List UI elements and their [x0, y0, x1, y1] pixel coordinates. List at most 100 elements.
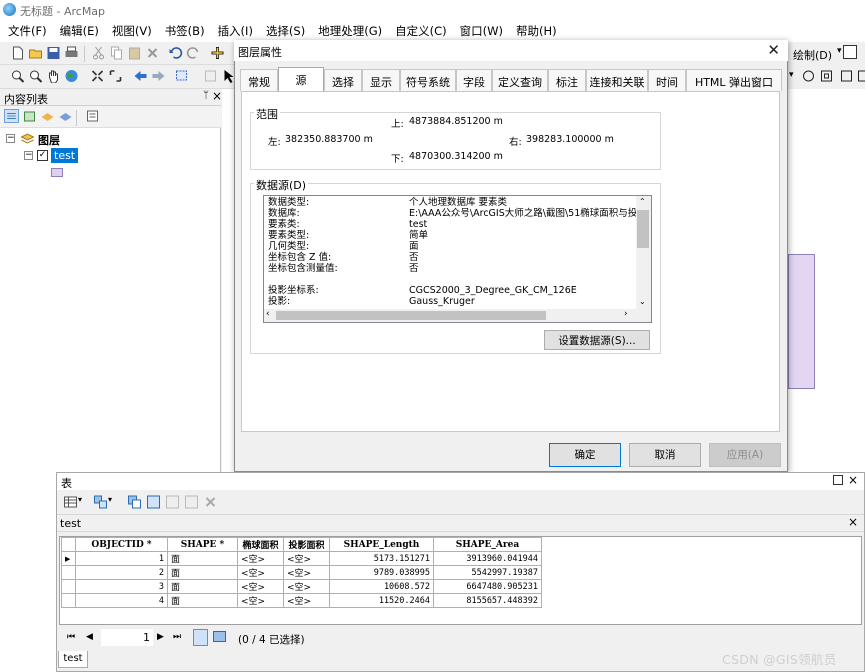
cancel-button[interactable]: 取消: [629, 443, 701, 467]
scroll-up-icon[interactable]: ⌃: [639, 197, 646, 206]
draw-menu[interactable]: 绘制(D): [793, 47, 832, 63]
layer-visibility-checkbox[interactable]: ✓: [37, 150, 48, 161]
last-record-icon[interactable]: ⏭: [173, 632, 181, 642]
table-cell[interactable]: 面: [167, 551, 238, 566]
table-row[interactable]: ▶ 1 面 <空> <空> 5173.151271 3913960.041944: [61, 551, 542, 566]
previous-record-icon[interactable]: ◀: [86, 632, 93, 642]
scroll-right-icon[interactable]: ›: [624, 309, 628, 319]
select-by-attributes-icon[interactable]: [127, 495, 142, 509]
close-icon[interactable]: ×: [848, 515, 858, 529]
close-icon[interactable]: ×: [212, 89, 222, 103]
menu-windows[interactable]: 窗口(W): [460, 23, 503, 39]
tab-general[interactable]: 常规: [240, 69, 278, 91]
table-cell[interactable]: 10608.572: [329, 579, 434, 594]
tab-joins-relates[interactable]: 连接和关联: [586, 69, 648, 91]
select-elements-icon[interactable]: [843, 45, 857, 59]
list-by-source-icon[interactable]: [22, 109, 37, 123]
apply-button[interactable]: 应用(A): [709, 443, 781, 467]
horizontal-scroll-thumb[interactable]: [276, 311, 546, 320]
fixed-zoom-in-icon[interactable]: [90, 69, 105, 83]
table-cell[interactable]: 11520.2464: [329, 593, 434, 608]
table-cell[interactable]: <空>: [283, 565, 330, 580]
bottom-table-tab[interactable]: test: [58, 651, 88, 668]
list-by-drawing-order-icon[interactable]: [4, 109, 19, 123]
layer-name[interactable]: test: [51, 148, 79, 163]
tab-labels[interactable]: 标注: [548, 69, 586, 91]
copy-icon[interactable]: [109, 46, 124, 60]
set-data-source-button[interactable]: 设置数据源(S)...: [544, 330, 650, 350]
column-header[interactable]: SHAPE_Length: [329, 537, 434, 552]
tab-symbology[interactable]: 符号系统: [400, 69, 456, 91]
fixed-zoom-out-icon[interactable]: [108, 69, 123, 83]
table-cell[interactable]: 9789.038995: [329, 565, 434, 580]
pin-icon[interactable]: ᛘ: [203, 90, 209, 101]
menu-customize[interactable]: 自定义(C): [395, 23, 447, 39]
table-cell[interactable]: 5173.151271: [329, 551, 434, 566]
table-row[interactable]: 3 面 <空> <空> 10608.572 6647480.905231: [61, 579, 542, 594]
column-header[interactable]: 椭球面积: [237, 537, 284, 552]
circle-tool-icon[interactable]: [801, 69, 816, 83]
table-cell[interactable]: 5542997.19387: [433, 565, 542, 580]
table-cell[interactable]: 面: [167, 565, 238, 580]
tab-html-popup[interactable]: HTML 弹出窗口: [686, 69, 782, 91]
options-icon[interactable]: [85, 109, 100, 123]
table-row[interactable]: 2 面 <空> <空> 9789.038995 5542997.19387: [61, 565, 542, 580]
tab-selection[interactable]: 选择: [324, 69, 362, 91]
layer-symbol-swatch[interactable]: [51, 168, 63, 177]
scroll-left-icon[interactable]: ‹: [266, 309, 270, 319]
table-row[interactable]: 4 面 <空> <空> 11520.2464 8155657.448392: [61, 593, 542, 608]
tab-definition-query[interactable]: 定义查询: [492, 69, 548, 91]
menu-bookmarks[interactable]: 书签(B): [165, 23, 205, 39]
table-cell[interactable]: <空>: [237, 565, 284, 580]
collapse-layer-icon[interactable]: −: [24, 151, 33, 160]
data-source-textbox[interactable]: 数据类型: 个人地理数据库 要素类 数据库: E:\AAA公众号\ArcGIS大师之…: [263, 195, 652, 323]
row-selector[interactable]: [61, 565, 76, 580]
menu-selection[interactable]: 选择(S): [266, 23, 305, 39]
chevron-down-icon[interactable]: ▾: [789, 70, 794, 80]
menu-geoprocessing[interactable]: 地理处理(G): [318, 23, 382, 39]
table-cell[interactable]: <空>: [237, 593, 284, 608]
table-tab-label[interactable]: test: [60, 517, 81, 530]
redo-icon[interactable]: [186, 46, 201, 60]
menu-edit[interactable]: 编辑(E): [60, 23, 99, 39]
column-header[interactable]: 投影面积: [283, 537, 330, 552]
zoom-out-icon[interactable]: [28, 69, 43, 83]
table-cell[interactable]: 8155657.448392: [433, 593, 542, 608]
table-options-icon[interactable]: [63, 495, 78, 509]
full-extent-globe-icon[interactable]: [64, 69, 79, 83]
tab-time[interactable]: 时间: [648, 69, 686, 91]
forward-extent-icon[interactable]: [151, 69, 166, 83]
column-header[interactable]: SHAPE *: [167, 537, 238, 552]
table-cell[interactable]: 2: [75, 565, 168, 580]
table-cell[interactable]: 3913960.041944: [433, 551, 542, 566]
switch-selection-icon[interactable]: [146, 495, 161, 509]
menu-file[interactable]: 文件(F): [8, 23, 47, 39]
maximize-icon[interactable]: [833, 475, 843, 485]
print-icon[interactable]: [64, 46, 79, 60]
chevron-down-icon[interactable]: ▾: [837, 46, 842, 56]
table-cell[interactable]: 面: [167, 579, 238, 594]
collapse-root-icon[interactable]: −: [6, 134, 15, 143]
delete-icon[interactable]: [145, 46, 160, 60]
column-header[interactable]: OBJECTID *: [75, 537, 168, 552]
row-selector[interactable]: [61, 593, 76, 608]
row-selector-current[interactable]: ▶: [61, 551, 76, 566]
back-extent-icon[interactable]: [133, 69, 148, 83]
map-polygon-feature[interactable]: [788, 254, 815, 389]
select-features-icon[interactable]: [175, 69, 190, 83]
next-record-icon[interactable]: ▶: [157, 632, 164, 642]
table-cell[interactable]: <空>: [237, 551, 284, 566]
chevron-down-icon[interactable]: ▾: [78, 495, 82, 504]
table-cell[interactable]: <空>: [283, 551, 330, 566]
vertical-scroll-thumb[interactable]: [637, 210, 649, 248]
related-tables-icon[interactable]: [93, 495, 108, 509]
rectangle-tool-icon[interactable]: [819, 69, 834, 83]
table-cell[interactable]: <空>: [283, 593, 330, 608]
delete-selected-icon[interactable]: [203, 495, 218, 509]
pan-hand-icon[interactable]: [46, 69, 61, 83]
first-record-icon[interactable]: ⏮: [67, 632, 75, 642]
table-cell[interactable]: <空>: [283, 579, 330, 594]
clear-selection-icon[interactable]: [203, 69, 218, 83]
menu-view[interactable]: 视图(V): [112, 23, 152, 39]
frame-tool-icon[interactable]: [856, 69, 865, 83]
